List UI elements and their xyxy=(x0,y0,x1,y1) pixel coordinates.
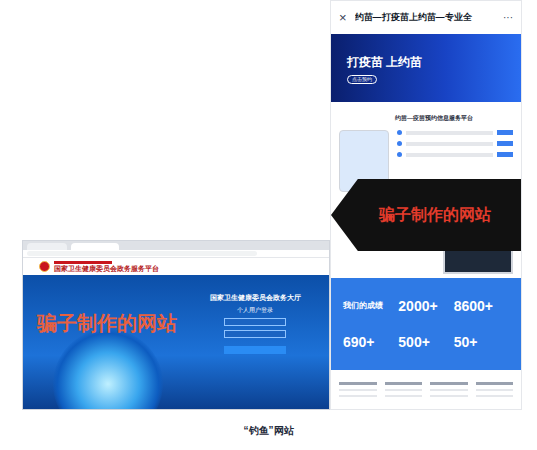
item-button[interactable] xyxy=(497,141,513,146)
page-title: 约苗—打疫苗上约苗—专业全 xyxy=(355,11,495,25)
stats-title: 我们的成绩 xyxy=(343,300,398,312)
item-icon xyxy=(397,152,402,157)
more-button[interactable]: ··· xyxy=(503,10,513,25)
banner: 打疫苗 上约苗点击预约 xyxy=(331,34,521,102)
stat-value: 2000+ xyxy=(398,296,453,317)
login-title: 国家卫生健康委员会政务大厅 xyxy=(210,293,301,302)
intro-item xyxy=(397,130,513,135)
footer xyxy=(331,370,521,409)
intro-item xyxy=(397,152,513,157)
right-screenshot: × 约苗—打疫苗上约苗—专业全 ··· 打疫苗 上约苗点击预约约苗—疫苗预约信息服务平… xyxy=(330,0,522,410)
emblem-icon xyxy=(39,261,50,272)
browser-tab-bar xyxy=(23,241,329,250)
address-bar xyxy=(23,250,329,258)
hero: 国家卫生健康委员会政务大厅个人用户登录骗子制作的网站 xyxy=(23,275,329,409)
warning-overlay: 骗子制作的网站 xyxy=(331,179,522,251)
item-icon xyxy=(397,141,402,146)
address-field[interactable] xyxy=(27,251,257,256)
login-panel: 国家卫生健康委员会政务大厅个人用户登录 xyxy=(193,275,329,409)
header-title: 国家卫生健康委员会政务服务平台 xyxy=(54,265,159,273)
item-button[interactable] xyxy=(497,152,513,157)
top-bar: × 约苗—打疫苗上约苗—专业全 ··· xyxy=(331,1,521,34)
close-button[interactable]: × xyxy=(339,8,347,28)
stats-section: 我们的成绩2000+8600+ 690+500+50+ xyxy=(331,278,521,370)
account-input[interactable] xyxy=(224,318,286,326)
password-input[interactable] xyxy=(224,330,286,338)
warning-overlay: 骗子制作的网站 xyxy=(37,311,177,335)
stat-value: 50+ xyxy=(454,332,509,353)
login-subtitle: 个人用户登录 xyxy=(237,306,273,314)
caption: “钓鱼”网站 xyxy=(244,423,294,438)
stat-value: 8600+ xyxy=(454,296,509,317)
site-header: 国家卫生健康委员会政务服务平台 xyxy=(23,258,329,275)
browser-tab[interactable] xyxy=(71,243,119,250)
item-button[interactable] xyxy=(497,130,513,135)
banner-title: 打疫苗 上约苗 xyxy=(347,53,505,71)
login-button[interactable] xyxy=(224,346,286,354)
banner-button[interactable]: 点击预约 xyxy=(347,75,377,84)
intro-item xyxy=(397,141,513,146)
item-icon xyxy=(397,130,402,135)
intro-title: 约苗—疫苗预约信息服务平台 xyxy=(395,114,513,122)
stat-value: 690+ xyxy=(343,332,398,353)
globe-icon xyxy=(53,329,163,410)
page: 国家卫生健康委员会政务服务平台国家卫生健康委员会政务大厅个人用户登录骗子制作的网… xyxy=(0,0,537,450)
stat-value: 500+ xyxy=(398,332,453,353)
left-screenshot: 国家卫生健康委员会政务服务平台国家卫生健康委员会政务大厅个人用户登录骗子制作的网… xyxy=(22,240,330,410)
header-badge xyxy=(54,261,112,264)
browser-tab[interactable] xyxy=(27,243,67,250)
